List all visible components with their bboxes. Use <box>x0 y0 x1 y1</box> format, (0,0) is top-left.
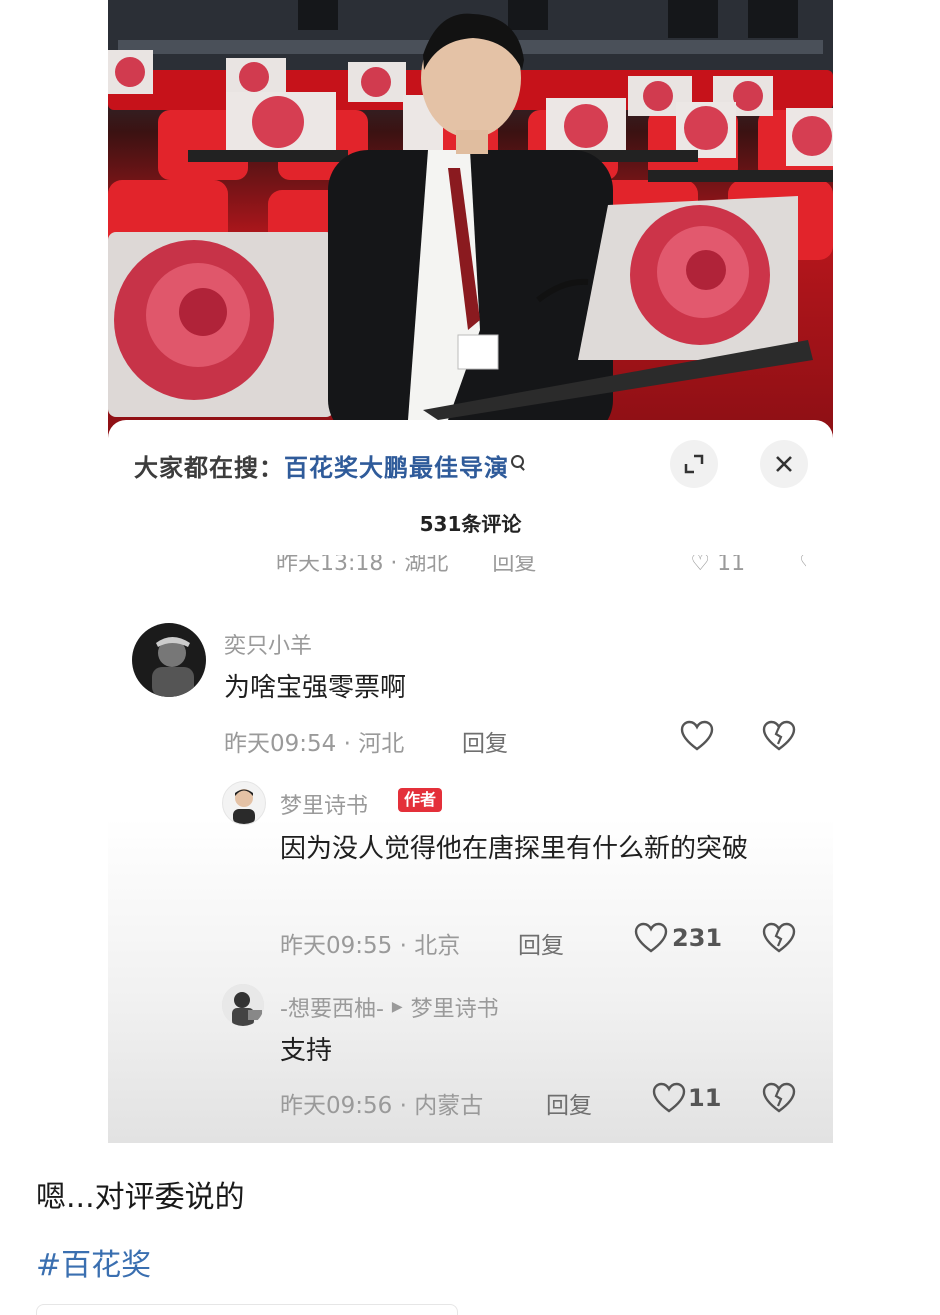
avatar[interactable] <box>132 623 206 697</box>
reply-author-name[interactable]: -想要西柚- <box>280 991 384 1023</box>
photo-illustration <box>108 0 833 440</box>
heart-icon <box>634 922 668 953</box>
like-button[interactable]: 231 <box>634 922 722 954</box>
comment-meta: 昨天09:55 · 北京 <box>280 933 461 959</box>
comment-username[interactable]: -想要西柚- ▶ 梦里诗书 <box>280 991 499 1023</box>
comment-sheet: 大家都在搜： 百花奖大鹏最佳导演 531条评论 昨天13:18 · 湖北 回复 <box>108 420 833 1143</box>
expand-button[interactable] <box>670 440 718 488</box>
previous-comment-meta-row: 昨天13:18 · 湖北 回复 ♡ 11 ♡ <box>276 555 806 579</box>
reply-target-name[interactable]: 梦里诗书 <box>411 991 499 1023</box>
broken-heart-icon <box>762 720 796 751</box>
event-photo <box>108 0 833 440</box>
broken-heart-icon <box>762 1082 796 1113</box>
author-badge: 作者 <box>398 788 443 812</box>
dislike-button[interactable] <box>762 1082 796 1114</box>
avatar[interactable] <box>222 781 266 825</box>
dislike-button[interactable] <box>762 922 796 954</box>
previous-comment-reply[interactable]: 回复 <box>492 555 536 576</box>
comment-count-title: 531条评论 <box>419 512 522 536</box>
like-button[interactable] <box>680 720 714 752</box>
comment-text: 支持 <box>280 1036 333 1066</box>
reply-button[interactable]: 回复 <box>518 926 564 960</box>
trending-search-prefix: 大家都在搜： <box>134 453 284 482</box>
comment-username[interactable]: 奕只小羊 <box>224 628 312 660</box>
screenshot-frame: 大家都在搜： 百花奖大鹏最佳导演 531条评论 昨天13:18 · 湖北 回复 <box>108 0 833 1143</box>
comment-text: 因为没人觉得他在唐探里有什么新的突破 <box>280 834 749 864</box>
reply-button[interactable]: 回复 <box>462 724 508 758</box>
like-count: 231 <box>672 924 723 952</box>
bottom-card-edge <box>36 1304 458 1315</box>
dislike-button[interactable] <box>762 720 796 752</box>
post-caption: 嗯...对评委说的 <box>36 1180 245 1215</box>
like-button[interactable]: 11 <box>652 1082 721 1114</box>
expand-icon <box>684 454 704 474</box>
close-icon <box>776 456 792 472</box>
comment-text: 为啥宝强零票啊 <box>224 673 407 703</box>
comment-username[interactable]: 梦里诗书 <box>280 788 368 820</box>
avatar[interactable] <box>222 984 264 1026</box>
previous-comment-meta: 昨天13:18 · 湖北 <box>276 555 449 576</box>
heart-icon <box>680 720 714 751</box>
previous-comment-like-count: 11 <box>717 555 746 576</box>
broken-heart-icon <box>762 922 796 953</box>
previous-comment-broken-heart-icon[interactable]: ♡ <box>799 555 806 576</box>
trending-search-term[interactable]: 百花奖大鹏最佳导演 <box>284 448 509 483</box>
previous-comment-heart-icon[interactable]: ♡ <box>690 555 710 576</box>
hashtag-link[interactable]: #百花奖 <box>36 1240 151 1284</box>
comment-meta: 昨天09:56 · 内蒙古 <box>280 1093 484 1119</box>
search-icon <box>511 455 525 475</box>
like-count: 11 <box>688 1084 722 1112</box>
comment-meta: 昨天09:54 · 河北 <box>224 731 405 757</box>
play-arrow-icon: ▶ <box>391 999 403 1015</box>
reply-button[interactable]: 回复 <box>546 1086 592 1120</box>
close-button[interactable] <box>760 440 808 488</box>
trending-search[interactable]: 大家都在搜： 百花奖大鹏最佳导演 <box>134 448 525 482</box>
heart-icon <box>652 1082 686 1113</box>
